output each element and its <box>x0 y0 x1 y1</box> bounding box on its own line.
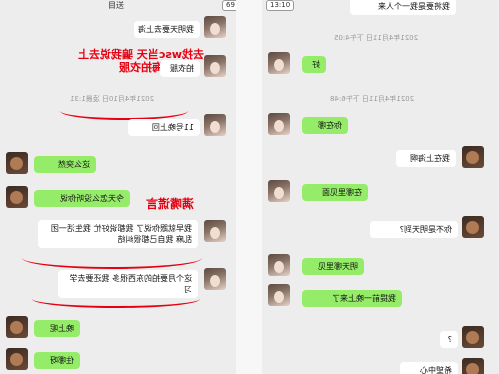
avatar-other-user[interactable] <box>6 186 28 208</box>
right-msg-6: 明天哪里见 <box>302 258 364 275</box>
left-msg-5: 今天怎么没听你说 <box>34 190 130 207</box>
right-msg-2: 你在哪 <box>302 117 348 134</box>
annotation-lie-note: 满嘴谎言 <box>146 197 195 211</box>
left-msg-8: 晚上呢 <box>34 320 80 337</box>
right-chat-panel: 13:10 我将要是我一个人来 2021年4月11日 下午4:05 好 2021… <box>262 0 499 374</box>
avatar-woman[interactable] <box>268 180 290 202</box>
avatar-other-user[interactable] <box>6 152 28 174</box>
left-msg-2: 拍衣服 <box>160 60 200 77</box>
avatar-other-user[interactable] <box>462 146 484 168</box>
right-msg-3: 我在上海啊 <box>396 150 456 167</box>
avatar-other-user[interactable] <box>462 358 484 374</box>
right-timestamp-2: 2021年4月11日 下午6:48 <box>330 95 415 103</box>
avatar-other-user[interactable] <box>462 326 484 348</box>
left-msg-9: 住哪呀 <box>34 352 80 369</box>
avatar-other-user[interactable] <box>6 348 28 370</box>
right-timestamp-1: 2021年4月11日 下午4:05 <box>334 34 419 42</box>
left-header-title: 目送 <box>108 1 124 10</box>
avatar-woman[interactable] <box>204 220 226 242</box>
annotation-underline-timestamp <box>60 102 188 120</box>
avatar-other-user[interactable] <box>462 216 484 238</box>
right-msg-7: 我提前一晚上来了 <box>302 290 402 307</box>
annotation-underline-msg7 <box>32 290 200 308</box>
panel-divider <box>236 0 262 374</box>
avatar-woman[interactable] <box>204 16 226 38</box>
annotation-underline-msg6 <box>22 247 202 269</box>
right-msg-5: 你不是明天到? <box>370 221 458 238</box>
left-msg-4: 这么突然 <box>34 156 96 173</box>
avatar-woman[interactable] <box>268 52 290 74</box>
right-msg-9: 希望中心 <box>400 362 458 374</box>
right-header-badge: 13:10 <box>266 0 295 11</box>
right-msg-8: ? <box>440 331 458 348</box>
avatar-woman[interactable] <box>204 55 226 77</box>
left-msg-6: 我早就跟你说了 我都说好忙 我生活一团乱麻 我自己都很纠结 <box>38 220 198 248</box>
avatar-woman[interactable] <box>268 254 290 276</box>
avatar-woman[interactable] <box>268 284 290 306</box>
avatar-woman[interactable] <box>204 114 226 136</box>
avatar-woman[interactable] <box>204 268 226 290</box>
avatar-other-user[interactable] <box>6 316 28 338</box>
left-msg-3: 11号晚上回 <box>128 119 200 136</box>
left-chat-panel: 目送 69 我明天要去上海 去找wsc当天 骗我说去上海拍衣服 拍衣服 2021… <box>0 0 236 374</box>
right-msg-1: 好 <box>302 56 326 73</box>
right-top-message: 我将要是我一个人来 <box>350 0 456 15</box>
avatar-woman[interactable] <box>268 113 290 135</box>
right-msg-4: 在哪里见面 <box>302 184 368 201</box>
left-header-badge: 69 <box>222 0 236 11</box>
left-msg-1: 我明天要去上海 <box>134 21 200 38</box>
